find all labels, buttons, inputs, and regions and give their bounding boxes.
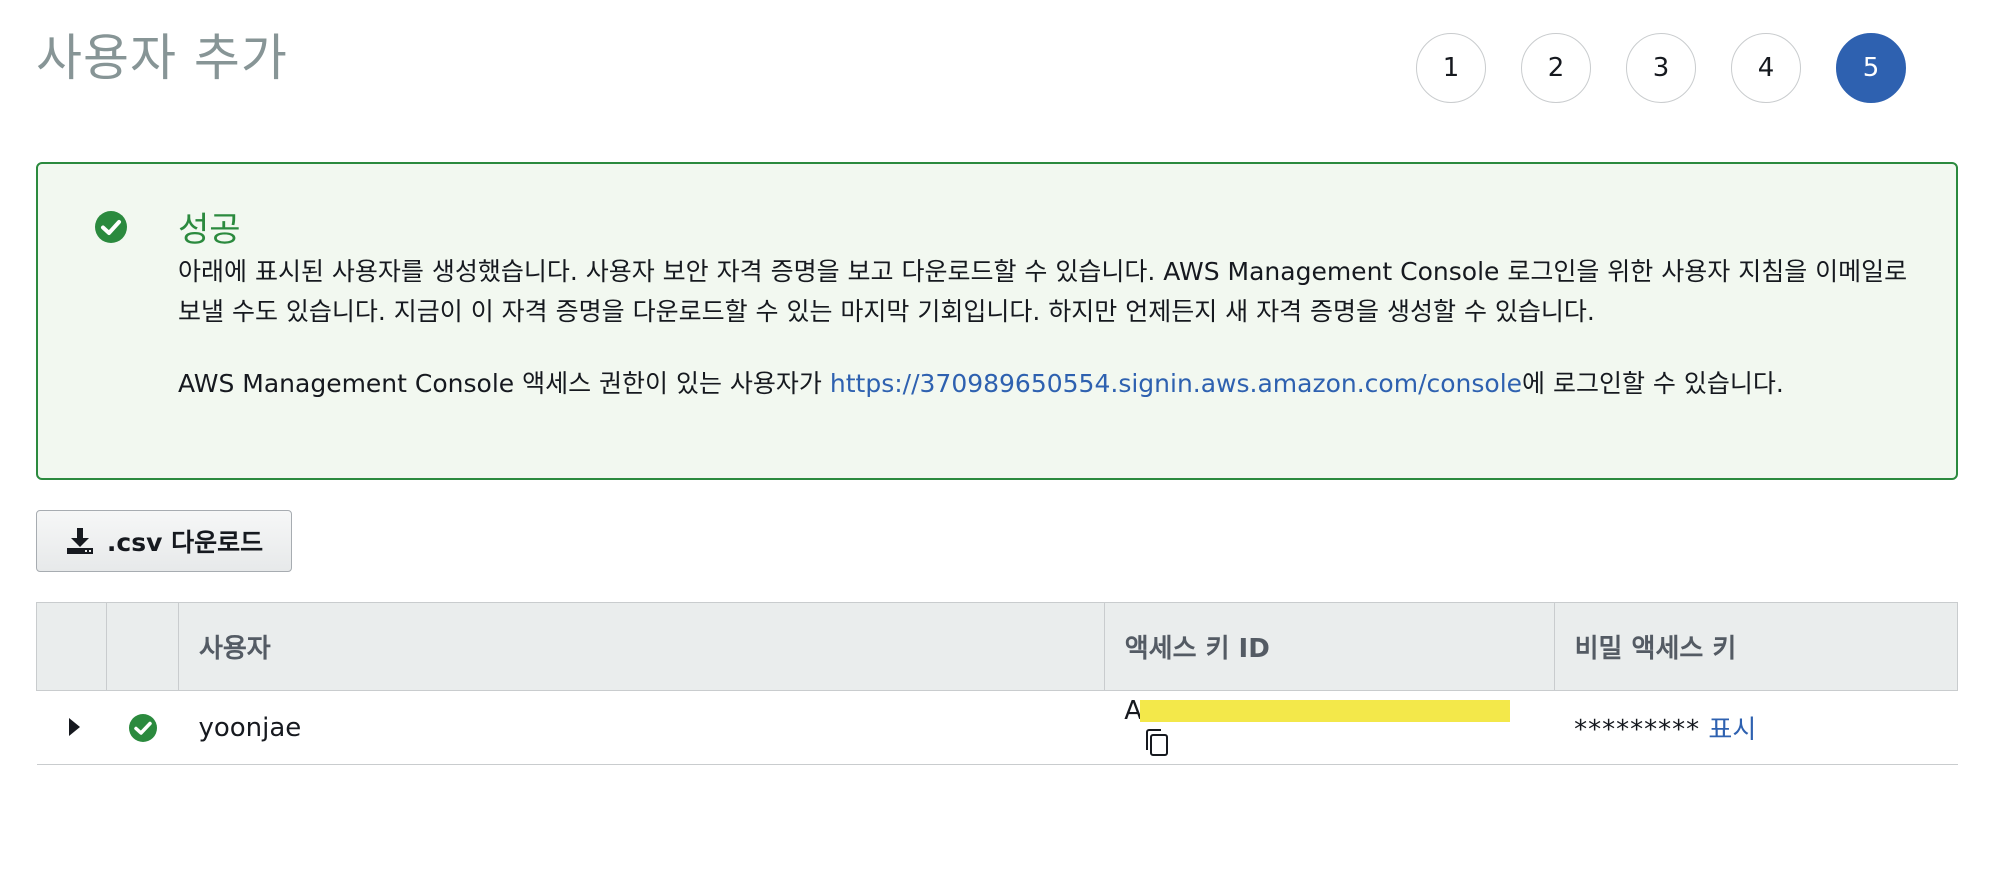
user-name-cell: yoonjae [178,690,1105,765]
show-secret-link[interactable]: 표시 [1708,715,1756,745]
status-column-header [105,602,179,691]
secret-key-column-header[interactable]: 비밀 액세스 키 [1553,602,1959,691]
check-circle-icon [129,713,158,742]
check-circle-icon [95,211,127,243]
expand-cell [36,690,107,765]
table-row: yoonjae A ********* 표시 [36,690,1958,765]
users-table: 사용자 액세스 키 ID 비밀 액세스 키 yoonjae A ********… [36,602,1959,765]
success-description: 아래에 표시된 사용자를 생성했습니다. 사용자 보안 자격 증명을 보고 다운… [178,257,1908,326]
redaction-highlight [1140,700,1511,722]
secret-key-masked: ********* [1574,715,1701,745]
access-key-column-header[interactable]: 액세스 키 ID [1103,602,1555,691]
console-login-text: AWS Management Console 액세스 권한이 있는 사용자가 h… [178,364,1938,404]
csv-button-label: .csv 다운로드 [106,528,264,557]
step-3[interactable]: 3 [1626,33,1696,103]
step-5-active: 5 [1836,33,1906,103]
login-prefix: AWS Management Console 액세스 권한이 있는 사용자가 [178,369,830,398]
login-suffix: 에 로그인할 수 있습니다. [1522,369,1784,398]
download-csv-button[interactable]: .csv 다운로드 [36,510,292,572]
page-title: 사용자 추가 [36,29,288,87]
secret-key-cell: ********* 표시 [1554,690,1958,765]
caret-right-icon[interactable] [68,717,80,736]
access-key-cell: A [1104,690,1555,765]
download-icon [66,528,93,554]
copy-icon[interactable] [1140,726,1174,760]
expand-column-header [36,602,107,691]
success-title: 성공 [178,210,241,250]
step-4[interactable]: 4 [1731,33,1801,103]
console-login-link[interactable]: https://370989650554.signin.aws.amazon.c… [830,369,1522,398]
step-1[interactable]: 1 [1416,33,1486,103]
success-alert: 성공 아래에 표시된 사용자를 생성했습니다. 사용자 보안 자격 증명을 보고… [36,162,1958,480]
table-header-row: 사용자 액세스 키 ID 비밀 액세스 키 [36,602,1959,691]
status-cell [106,690,179,765]
step-2[interactable]: 2 [1521,33,1591,103]
user-column-header[interactable]: 사용자 [177,602,1105,691]
wizard-steps: 1 2 3 4 5 [1416,33,1906,103]
